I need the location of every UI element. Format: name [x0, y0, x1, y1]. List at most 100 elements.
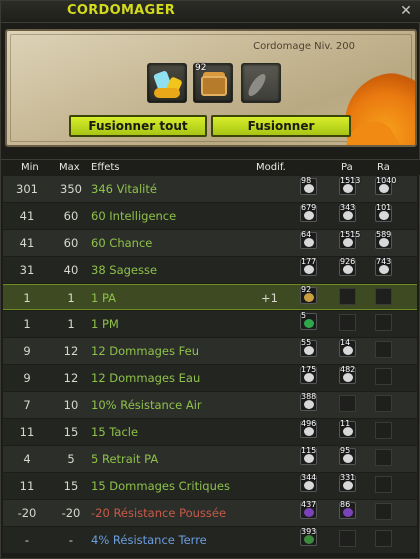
rune-slot-icon[interactable]: 5: [300, 311, 317, 330]
rune-count: 175: [301, 365, 317, 374]
rune-slot-icon[interactable]: 482: [339, 365, 356, 384]
rune-icon: [304, 508, 314, 517]
empty-rune-slot[interactable]: [339, 288, 356, 305]
rune-count: 92: [301, 285, 312, 294]
rune-slot-icon[interactable]: 101: [375, 203, 392, 222]
min-value: 9: [23, 344, 31, 358]
rune-icon: [304, 293, 314, 302]
rune-slot-icon[interactable]: 1040: [375, 176, 396, 195]
rune-slot-icon[interactable]: 92: [300, 285, 317, 304]
table-row[interactable]: 41 60 60 Intelligence 679 343 101: [3, 203, 417, 229]
rune-slot-icon[interactable]: 589: [375, 230, 392, 249]
table-row[interactable]: 11 15 15 Dommages Critiques 344 331: [3, 473, 417, 499]
rune-count: 331: [340, 473, 356, 482]
close-icon[interactable]: ✕: [397, 2, 415, 20]
rune-slot-icon[interactable]: 55: [300, 338, 317, 357]
empty-rune-slot[interactable]: [375, 341, 392, 358]
table-row[interactable]: -20 -20 -20 Résistance Poussée 437 86: [3, 500, 417, 526]
rune-count: 482: [340, 365, 356, 374]
empty-rune-slot[interactable]: [375, 314, 392, 331]
rune-count: 64: [301, 230, 312, 239]
rune-slot-icon[interactable]: 175: [300, 365, 317, 384]
rune-slot-icon[interactable]: 177: [300, 257, 317, 276]
rune-slot-icon[interactable]: 331: [339, 473, 356, 492]
table-row[interactable]: 9 12 12 Dommages Eau 175 482: [3, 365, 417, 391]
rune-count: 1040: [376, 176, 397, 185]
max-value: 60: [63, 236, 79, 250]
rune-icon: [343, 508, 353, 517]
ingredient-slot-2[interactable]: 92: [193, 63, 233, 103]
min-value: -20: [17, 506, 37, 520]
rune-slot-icon[interactable]: 98: [300, 176, 317, 195]
modifier-value: +1: [261, 291, 278, 305]
table-row[interactable]: 301 350 346 Vitalité 98 1513 1040: [3, 176, 417, 202]
table-row[interactable]: 7 10 10% Résistance Air 388: [3, 392, 417, 418]
max-value: 12: [63, 344, 79, 358]
empty-rune-slot[interactable]: [375, 476, 392, 493]
title-bar[interactable]: CORDOMAGER ✕: [1, 1, 420, 23]
rune-icon: [304, 265, 314, 274]
rune-slot[interactable]: [241, 63, 281, 103]
rune-count: 55: [301, 338, 312, 347]
table-row[interactable]: 1 1 1 PM 5: [3, 311, 417, 337]
empty-rune-slot[interactable]: [339, 530, 356, 547]
rune-slot-icon[interactable]: 437: [300, 500, 317, 519]
rune-icon: [304, 373, 314, 382]
rune-slot-icon[interactable]: 115: [300, 446, 317, 465]
empty-rune-slot[interactable]: [375, 530, 392, 547]
table-row[interactable]: 4 5 5 Retrait PA 115 95: [3, 446, 417, 472]
rune-slot-icon[interactable]: 64: [300, 230, 317, 249]
empty-rune-slot[interactable]: [375, 395, 392, 412]
ingredient-slot-1[interactable]: [147, 63, 187, 103]
rune-slot-icon[interactable]: 14: [339, 338, 356, 357]
effect-label: 38 Sagesse: [91, 263, 158, 277]
max-value: -20: [61, 506, 81, 520]
rune-slot-icon[interactable]: 393: [300, 527, 317, 546]
fuse-button[interactable]: Fusionner: [211, 115, 351, 137]
empty-rune-slot[interactable]: [375, 422, 392, 439]
empty-rune-slot[interactable]: [339, 395, 356, 412]
rune-count: 589: [376, 230, 392, 239]
rune-slot-icon[interactable]: 95: [339, 446, 356, 465]
max-value: 350: [60, 182, 82, 196]
rune-count: 437: [301, 500, 317, 509]
rune-icon: [343, 238, 353, 247]
empty-rune-slot[interactable]: [339, 314, 356, 331]
table-row[interactable]: 9 12 12 Dommages Feu 55 14: [3, 338, 417, 364]
rune-slot-icon[interactable]: 679: [300, 203, 317, 222]
table-row[interactable]: 11 15 15 Tacle 496 11: [3, 419, 417, 445]
rune-icon: [343, 346, 353, 355]
effect-label: 12 Dommages Eau: [91, 371, 201, 385]
rune-slot-icon[interactable]: 1513: [339, 176, 360, 195]
min-value: 1: [23, 291, 31, 305]
rune-slot-icon[interactable]: 343: [339, 203, 356, 222]
rune-slot-icon[interactable]: 86: [339, 500, 356, 519]
rune-slot-icon[interactable]: 344: [300, 473, 317, 492]
table-row[interactable]: 1 1 1 PA +1 92: [3, 284, 417, 310]
rune-slot-icon[interactable]: 11: [339, 419, 356, 438]
effect-label: 60 Chance: [91, 236, 153, 250]
feather-icon: [245, 71, 269, 99]
effect-label: 15 Tacle: [91, 425, 139, 439]
empty-rune-slot[interactable]: [375, 503, 392, 520]
rune-count: 344: [301, 473, 317, 482]
table-row[interactable]: - - 4% Résistance Terre 393: [3, 527, 417, 553]
window-title: CORDOMAGER: [67, 3, 176, 18]
fuse-all-button[interactable]: Fusionner tout: [69, 115, 207, 137]
rune-slot-icon[interactable]: 388: [300, 392, 317, 411]
rune-icon: [304, 400, 314, 409]
rune-count: 98: [301, 176, 312, 185]
empty-rune-slot[interactable]: [375, 368, 392, 385]
rune-count: 1513: [340, 176, 361, 185]
rune-count: 388: [301, 392, 317, 401]
empty-rune-slot[interactable]: [375, 288, 392, 305]
empty-rune-slot[interactable]: [375, 449, 392, 466]
table-row[interactable]: 41 60 60 Chance 64 1515 589: [3, 230, 417, 256]
rune-slot-icon[interactable]: 743: [375, 257, 392, 276]
max-value: 5: [67, 452, 75, 466]
rune-slot-icon[interactable]: 496: [300, 419, 317, 438]
rune-slot-icon[interactable]: 1515: [339, 230, 360, 249]
table-row[interactable]: 31 40 38 Sagesse 177 926 743: [3, 257, 417, 283]
rune-slot-icon[interactable]: 926: [339, 257, 356, 276]
min-value: 11: [19, 425, 35, 439]
